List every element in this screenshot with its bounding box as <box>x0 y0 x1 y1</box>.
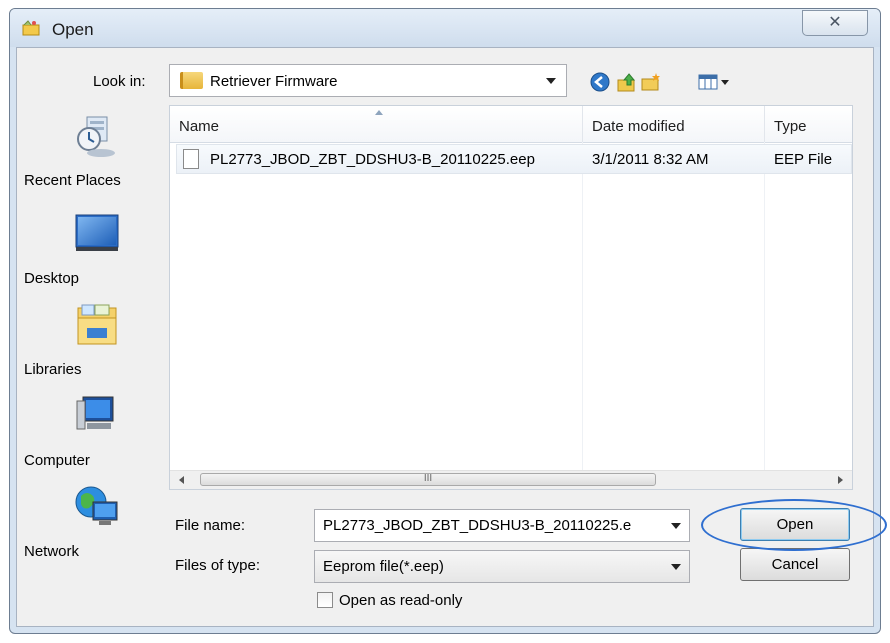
file-list-header: Name Date modified Type <box>170 106 852 143</box>
window-title: Open <box>52 20 94 39</box>
places-bar: Recent Places Desktop Libraries Computer… <box>24 105 170 605</box>
column-header-name[interactable]: Name <box>179 118 219 135</box>
table-row[interactable]: PL2773_JBOD_ZBT_DDSHU3-B_20110225.eep 3/… <box>176 144 852 174</box>
horizontal-scrollbar[interactable]: III <box>170 470 852 489</box>
close-icon: ✕ <box>828 14 842 31</box>
place-label: Computer <box>24 452 90 469</box>
chevron-down-icon[interactable] <box>671 523 681 529</box>
chevron-down-icon <box>546 78 556 84</box>
column-divider[interactable] <box>764 106 765 142</box>
type-cell: EEP File <box>774 151 833 168</box>
folder-icon <box>180 72 203 89</box>
scroll-right-icon[interactable] <box>838 476 843 484</box>
files-of-type-dropdown[interactable]: Eeprom file(*.eep) <box>314 550 690 583</box>
recent-places-icon <box>77 116 115 157</box>
new-folder-icon[interactable] <box>640 72 662 92</box>
look-in-label: Look in: <box>93 73 146 90</box>
file-name-value: PL2773_JBOD_ZBT_DDSHU3-B_20110225.e <box>323 517 632 534</box>
column-header-date-modified[interactable]: Date modified <box>592 118 685 135</box>
read-only-checkbox[interactable] <box>317 592 333 608</box>
column-gridline <box>582 142 583 471</box>
title-bar: Open ✕ <box>10 9 880 47</box>
place-label: Network <box>24 543 80 560</box>
close-button[interactable]: ✕ <box>802 10 868 36</box>
app-icon <box>22 20 40 36</box>
place-label: Recent Places <box>24 172 121 189</box>
file-name-label: File name: <box>175 517 246 534</box>
network-icon <box>75 486 118 525</box>
sort-ascending-icon <box>375 110 383 115</box>
file-icon <box>183 149 199 169</box>
scroll-grip: III <box>423 473 433 484</box>
look-in-dropdown[interactable]: Retriever Firmware <box>169 64 567 97</box>
file-name-combo[interactable]: PL2773_JBOD_ZBT_DDSHU3-B_20110225.e <box>314 509 690 542</box>
files-of-type-label: Files of type: <box>175 557 261 574</box>
look-in-value: Retriever Firmware <box>210 73 338 90</box>
file-name-cell: PL2773_JBOD_ZBT_DDSHU3-B_20110225.eep <box>210 151 535 168</box>
place-label: Libraries <box>24 361 82 378</box>
column-divider[interactable] <box>582 106 583 142</box>
place-network[interactable]: Network <box>24 484 170 560</box>
back-icon[interactable] <box>589 72 611 92</box>
column-header-type[interactable]: Type <box>774 118 807 135</box>
date-modified-cell: 3/1/2011 8:32 AM <box>592 151 709 168</box>
computer-icon <box>76 396 114 430</box>
place-label: Desktop <box>24 270 80 287</box>
libraries-icon <box>77 304 117 345</box>
column-gridline <box>764 142 765 471</box>
views-menu-icon[interactable] <box>697 72 731 92</box>
chevron-down-icon <box>671 564 681 570</box>
open-button[interactable]: Open <box>740 508 850 541</box>
place-desktop[interactable]: Desktop <box>24 211 170 287</box>
up-folder-icon[interactable] <box>616 72 638 92</box>
place-libraries[interactable]: Libraries <box>24 302 170 378</box>
read-only-label[interactable]: Open as read-only <box>339 592 462 609</box>
scrollbar-thumb[interactable]: III <box>200 473 656 486</box>
file-list[interactable]: Name Date modified Type PL2773_JBOD_ZBT_… <box>169 105 853 490</box>
scroll-left-icon[interactable] <box>179 476 184 484</box>
place-computer[interactable]: Computer <box>24 393 170 469</box>
desktop-icon <box>75 214 119 251</box>
place-recent-places[interactable]: Recent Places <box>24 113 170 189</box>
cancel-button[interactable]: Cancel <box>740 548 850 581</box>
files-of-type-value: Eeprom file(*.eep) <box>323 558 444 575</box>
